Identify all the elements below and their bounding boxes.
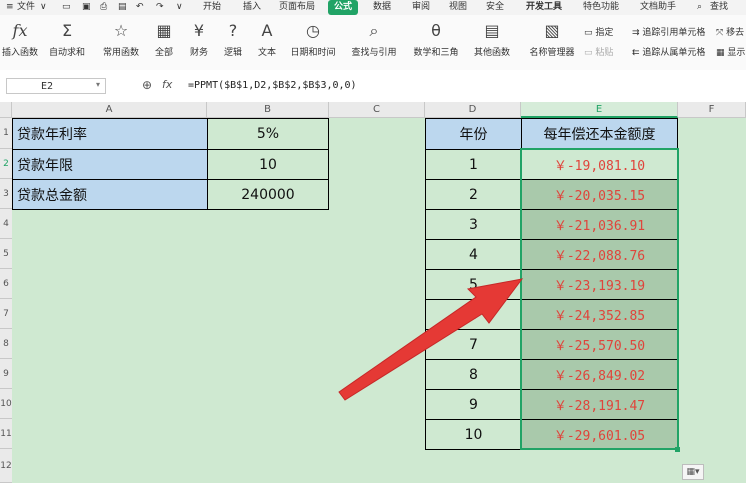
clock-icon: ◷ (306, 21, 320, 40)
logic-button[interactable]: ? 逻辑 (218, 19, 248, 58)
logic-icon: ? (228, 21, 238, 40)
all-functions-button[interactable]: ▦ 全部 (149, 19, 179, 58)
tab-data[interactable]: 数据 (373, 0, 391, 15)
name-manager-icon: ▧ (544, 21, 560, 40)
star-function-icon: ☆ (113, 21, 129, 40)
function-library-icon: ▦ (156, 21, 172, 40)
tab-developer[interactable]: 开发工具 (526, 0, 562, 15)
other-functions-button[interactable]: ▤ 其他函数 (470, 19, 514, 58)
tab-page-layout[interactable]: 页面布局 (279, 0, 315, 15)
folder-icon[interactable]: ▭ (62, 0, 71, 15)
name-manager-button[interactable]: ▧ 名称管理器 (528, 19, 576, 58)
show-formulas-button[interactable]: ▦ 显示 (716, 45, 745, 58)
trace-precedents-button[interactable]: ⇉ 追踪引用单元格 (632, 25, 705, 38)
redo-icon[interactable]: ↷ (156, 0, 164, 15)
spreadsheet-grid[interactable]: A B C D E F 1 2 3 4 5 6 7 8 9 10 11 12 贷… (0, 102, 746, 483)
sigma-icon: Σ (61, 21, 73, 40)
formula-bar: E2 ▾ ⊕ fx =PPMT($B$1,D2,$B$2,$B$3,0,0) (0, 70, 746, 103)
tab-insert[interactable]: 插入 (243, 0, 261, 15)
finance-icon: ¥ (193, 21, 205, 40)
zoom-icon[interactable]: ⊕ (142, 78, 152, 92)
name-box[interactable]: E2 (6, 78, 106, 94)
text-functions-button[interactable]: A 文本 (252, 19, 282, 58)
menu-icon[interactable]: ≡ (6, 0, 14, 15)
chevron-down-icon[interactable]: ∨ (40, 0, 47, 15)
common-functions-button[interactable]: ☆ 常用函数 (97, 19, 145, 58)
menu-bar: ≡ 文件 ∨ ▭ ▣ ⎙ ▤ ↶ ↷ ∨ 开始 插入 页面布局 公式 数据 审阅… (0, 0, 746, 15)
define-name-button[interactable]: ▭ 指定 (584, 25, 613, 38)
quick-analysis-icon[interactable]: ▦▾ (682, 464, 704, 480)
formula-input[interactable]: =PPMT($B$1,D2,$B$2,$B$3,0,0) (188, 80, 357, 91)
tab-view[interactable]: 视图 (449, 0, 467, 15)
tab-formulas[interactable]: 公式 (328, 0, 359, 15)
tab-features[interactable]: 特色功能 (583, 0, 619, 15)
paste-name-button[interactable]: ▭ 粘贴 (584, 45, 613, 58)
insert-function-button[interactable]: fx 插入函数 (0, 19, 40, 58)
math-icon: θ (431, 21, 441, 40)
fx-icon[interactable]: fx (162, 78, 172, 91)
lookup-button[interactable]: ⌕ 查找与引用 (346, 19, 402, 58)
print-icon[interactable]: ⎙ (100, 0, 107, 15)
search-icon[interactable]: ⌕ (697, 0, 702, 15)
math-button[interactable]: θ 数学和三角 (408, 19, 464, 58)
more-icon: ▤ (484, 21, 500, 40)
datetime-button[interactable]: ◷ 日期和时间 (286, 19, 340, 58)
lookup-icon: ⌕ (369, 21, 379, 40)
tab-review[interactable]: 审阅 (412, 0, 430, 15)
file-menu[interactable]: 文件 (17, 0, 35, 15)
remove-arrows-button[interactable]: ⤧ 移去 (716, 25, 744, 38)
annotation-arrow (338, 278, 524, 401)
trace-dependents-button[interactable]: ⇇ 追踪从属单元格 (632, 45, 705, 58)
finance-button[interactable]: ¥ 财务 (184, 19, 214, 58)
search-button[interactable]: 查找 (710, 0, 728, 15)
preview-icon[interactable]: ▤ (118, 0, 127, 15)
tab-doc-assistant[interactable]: 文档助手 (640, 0, 676, 15)
text-icon: A (261, 21, 273, 40)
tab-home[interactable]: 开始 (203, 0, 221, 15)
chevron-down-icon[interactable]: ▾ (96, 80, 100, 89)
chevron-down-icon[interactable]: ∨ (176, 0, 183, 15)
save-icon[interactable]: ▣ (82, 0, 91, 15)
autosum-button[interactable]: Σ 自动求和 (44, 19, 90, 58)
tab-security[interactable]: 安全 (486, 0, 504, 15)
undo-icon[interactable]: ↶ (136, 0, 144, 15)
ribbon-toolbar: fx 插入函数 Σ 自动求和 ☆ 常用函数 ▦ 全部 ¥ 财务 ? 逻辑 A 文… (0, 15, 746, 71)
fx-icon: fx (12, 21, 28, 40)
